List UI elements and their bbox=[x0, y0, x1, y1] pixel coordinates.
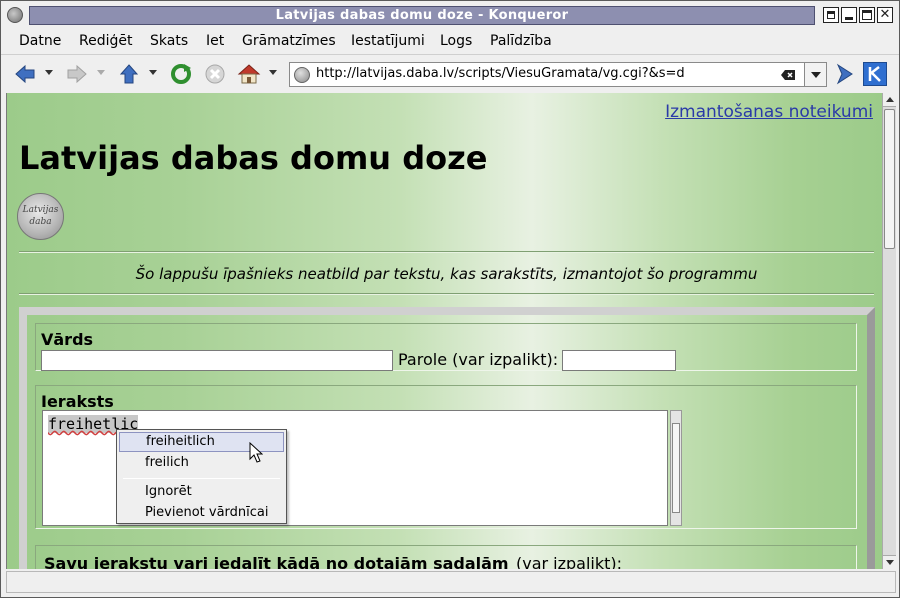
stop-icon bbox=[205, 64, 225, 84]
toolbar: http://latvijas.daba.lv/scripts/ViesuGra… bbox=[1, 56, 899, 92]
close-button[interactable]: ✕ bbox=[877, 7, 893, 23]
home-menu-arrow-icon[interactable] bbox=[269, 70, 277, 75]
page-title: Latvijas dabas domu doze bbox=[19, 139, 488, 177]
kde-logo-icon bbox=[868, 66, 881, 82]
logo-text: Latvijas daba bbox=[22, 205, 59, 227]
location-bar[interactable]: http://latvijas.daba.lv/scripts/ViesuGra… bbox=[289, 62, 827, 87]
site-favicon-icon bbox=[294, 67, 310, 83]
back-button[interactable] bbox=[13, 62, 37, 86]
minimize-button[interactable] bbox=[841, 7, 857, 23]
name-input[interactable] bbox=[41, 350, 393, 371]
textarea-scroll-thumb[interactable] bbox=[672, 423, 680, 513]
menu-bar: Datne Rediģēt Skats Iet Grāmatzīmes Iest… bbox=[1, 29, 899, 55]
window-title: Latvijas dabas domu doze - Konqueror bbox=[29, 6, 815, 25]
menu-iestatijumi[interactable]: Iestatījumi bbox=[351, 33, 425, 49]
back-history-arrow-icon[interactable] bbox=[45, 70, 53, 75]
kde-logo-button[interactable] bbox=[863, 62, 887, 86]
site-logo[interactable]: Latvijas daba bbox=[17, 193, 64, 240]
status-bar bbox=[6, 571, 896, 593]
stop-button[interactable] bbox=[203, 62, 227, 86]
menu-iet[interactable]: Iet bbox=[206, 33, 224, 49]
window-shade-icon bbox=[827, 11, 835, 19]
divider bbox=[19, 251, 874, 253]
chevron-down-icon bbox=[811, 72, 821, 78]
divider bbox=[19, 293, 874, 295]
up-button[interactable] bbox=[117, 62, 141, 86]
close-icon: ✕ bbox=[879, 7, 891, 22]
keep-above-button[interactable] bbox=[823, 7, 839, 23]
menu-palidziba[interactable]: Palīdzība bbox=[490, 33, 552, 49]
go-arrow-icon bbox=[836, 63, 853, 85]
menu-separator bbox=[123, 478, 280, 479]
browser-window: Latvijas dabas domu doze - Konqueror ✕ D… bbox=[0, 0, 900, 598]
up-menu-arrow-icon[interactable] bbox=[149, 70, 157, 75]
go-button[interactable] bbox=[833, 62, 857, 86]
arrow-up-icon bbox=[886, 97, 894, 102]
menu-logs[interactable]: Logs bbox=[440, 33, 472, 49]
name-label: Vārds bbox=[41, 330, 94, 349]
reload-icon bbox=[171, 64, 191, 84]
forward-icon bbox=[67, 64, 87, 84]
password-label: Parole (var izpalikt): bbox=[398, 350, 559, 369]
menu-gramatzimes[interactable]: Grāmatzīmes bbox=[242, 33, 336, 49]
back-icon bbox=[15, 64, 35, 84]
forward-button[interactable] bbox=[65, 62, 89, 86]
konqueror-app-icon[interactable] bbox=[7, 7, 23, 23]
menu-rediget[interactable]: Rediģēt bbox=[79, 33, 132, 49]
section-label: Savu ierakstu vari iedalīt kādā no dotaj… bbox=[44, 554, 509, 569]
entry-label: Ieraksts bbox=[41, 392, 114, 411]
terms-of-use-link[interactable]: Izmantošanas noteikumi bbox=[665, 102, 873, 122]
maximize-button[interactable] bbox=[859, 7, 875, 23]
scroll-down-button[interactable] bbox=[883, 555, 896, 569]
forward-history-arrow-icon[interactable] bbox=[97, 70, 105, 75]
add-to-dictionary-item[interactable]: Pievienot vārdnīcai bbox=[119, 503, 284, 523]
mouse-cursor-icon bbox=[249, 442, 263, 463]
name-fieldset: Vārds Parole (var izpalikt): bbox=[35, 323, 857, 371]
menu-skats[interactable]: Skats bbox=[150, 33, 188, 49]
minimize-icon bbox=[845, 17, 853, 20]
textarea-scrollbar[interactable] bbox=[670, 410, 682, 526]
section-hint: (var izpalikt): bbox=[516, 554, 623, 569]
arrow-down-icon bbox=[886, 560, 894, 565]
menu-datne[interactable]: Datne bbox=[19, 33, 61, 49]
home-icon bbox=[237, 64, 261, 84]
disclaimer-text: Šo lappušu īpašnieks neatbild par tekstu… bbox=[135, 265, 758, 283]
scroll-thumb[interactable] bbox=[884, 109, 895, 249]
up-icon bbox=[119, 64, 139, 84]
password-input[interactable] bbox=[562, 350, 676, 371]
location-history-dropdown[interactable] bbox=[804, 63, 826, 86]
scroll-up-button[interactable] bbox=[883, 93, 896, 107]
title-bar[interactable]: Latvijas dabas domu doze - Konqueror ✕ bbox=[1, 1, 899, 29]
page-scrollbar[interactable] bbox=[882, 93, 896, 569]
section-fieldset: Savu ierakstu vari iedalīt kādā no dotaj… bbox=[35, 545, 857, 569]
url-input[interactable]: http://latvijas.daba.lv/scripts/ViesuGra… bbox=[316, 66, 685, 81]
clear-location-icon[interactable] bbox=[780, 69, 796, 81]
home-button[interactable] bbox=[237, 62, 261, 86]
reload-button[interactable] bbox=[169, 62, 193, 86]
ignore-word-item[interactable]: Ignorēt bbox=[119, 482, 284, 502]
maximize-icon bbox=[862, 10, 872, 20]
